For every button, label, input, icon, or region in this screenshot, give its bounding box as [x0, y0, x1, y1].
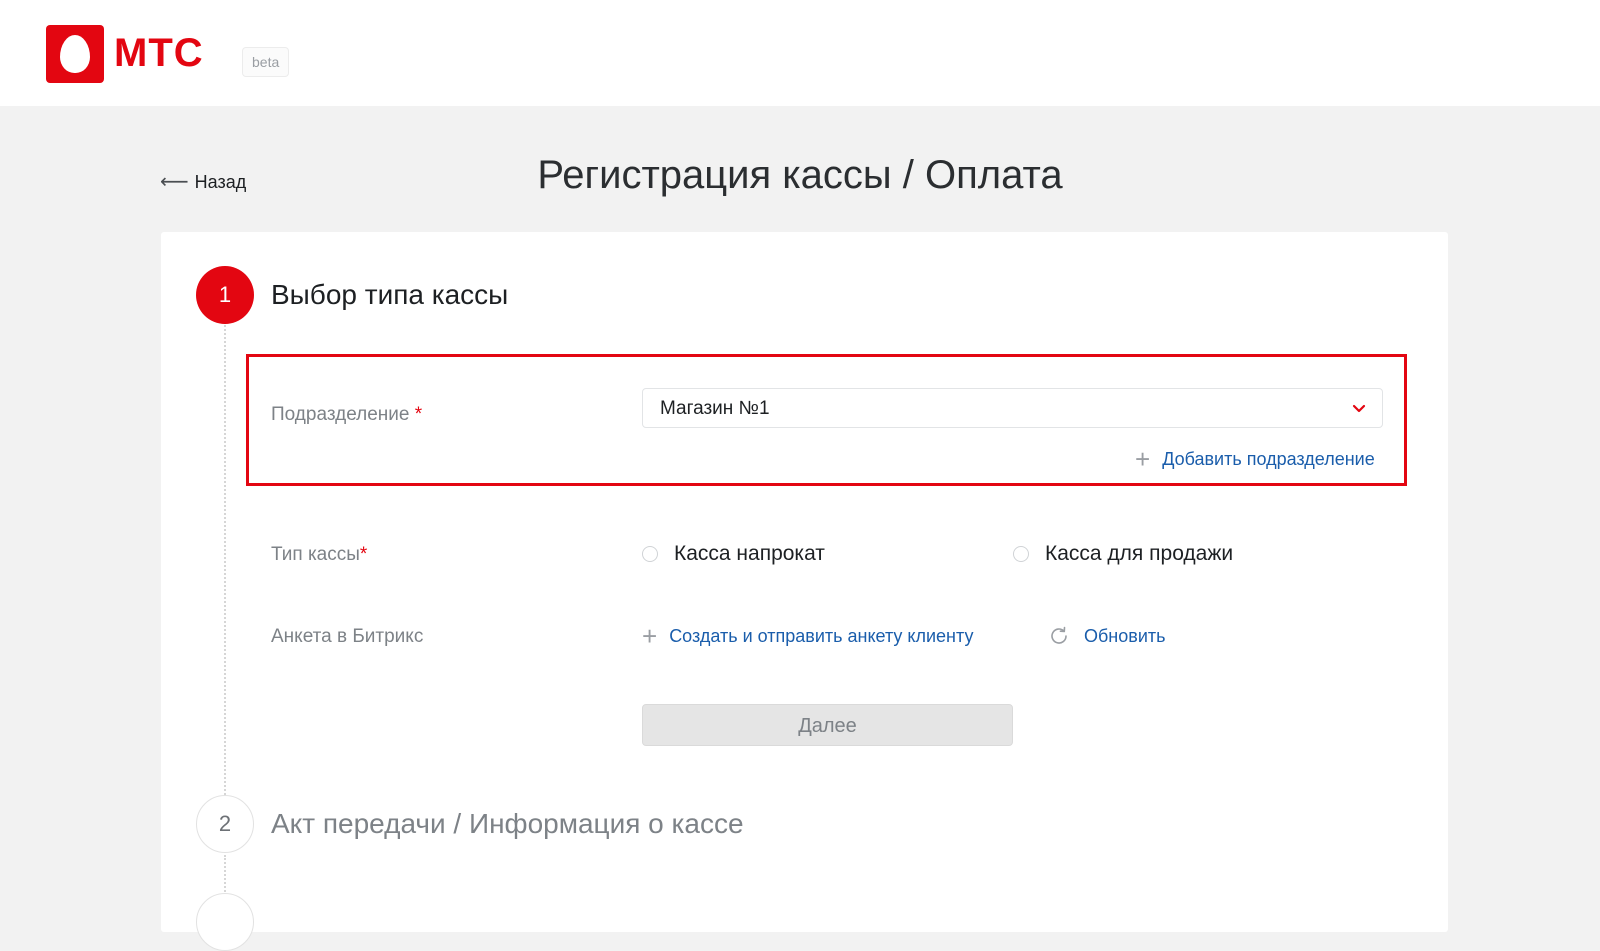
logo-text[interactable]: МТС: [114, 30, 204, 76]
required-mark: *: [359, 544, 368, 565]
radio-sale-label: Касса для продажи: [1045, 542, 1234, 565]
mts-logo-icon[interactable]: [46, 25, 104, 83]
add-division-link[interactable]: + Добавить подразделение: [1135, 444, 1375, 474]
step-2-title: Акт передачи / Информация о кассе: [271, 808, 744, 839]
plus-icon: +: [1135, 444, 1151, 474]
bitrix-form-label: Анкета в Битрикс: [271, 626, 424, 647]
required-mark: *: [414, 404, 423, 425]
step-1-indicator: 1: [196, 266, 254, 324]
step-1-title: Выбор типа кассы: [271, 279, 509, 310]
register-type-label: Тип кассы*: [271, 542, 367, 568]
add-division-label: Добавить подразделение: [1162, 449, 1375, 469]
chevron-down-icon: [1352, 404, 1366, 413]
refresh-icon: [1051, 626, 1067, 644]
logo-egg-shape: [60, 35, 90, 73]
next-button[interactable]: Далее: [642, 704, 1013, 746]
plus-icon: +: [642, 621, 658, 651]
radio-sale[interactable]: Касса для продажи: [1013, 542, 1233, 566]
page-title: Регистрация кассы / Оплата: [537, 153, 1063, 197]
radio-circle[interactable]: [1013, 546, 1029, 562]
create-send-form-label: Создать и отправить анкету клиенту: [669, 626, 974, 646]
radio-circle[interactable]: [642, 546, 658, 562]
division-label: Подразделение *: [271, 402, 422, 428]
step-3-indicator: [196, 893, 254, 951]
step-connector-line: [224, 325, 226, 795]
step-2-indicator: 2: [196, 795, 254, 853]
radio-rental[interactable]: Касса напрокат: [642, 542, 825, 566]
register-type-label-text: Тип кассы: [271, 544, 360, 565]
top-header: МТС beta: [0, 0, 1600, 106]
step-connector-line: [224, 855, 226, 895]
division-label-text: Подразделение: [271, 404, 410, 425]
division-select[interactable]: Магазин №1: [642, 388, 1383, 428]
create-send-form-link[interactable]: + Создать и отправить анкету клиенту: [642, 621, 974, 651]
division-select-value: Магазин №1: [660, 398, 770, 419]
radio-rental-label: Касса напрокат: [674, 542, 825, 565]
refresh-link-label: Обновить: [1084, 626, 1166, 646]
beta-badge: beta: [242, 47, 290, 77]
refresh-link[interactable]: Обновить: [1048, 624, 1166, 648]
